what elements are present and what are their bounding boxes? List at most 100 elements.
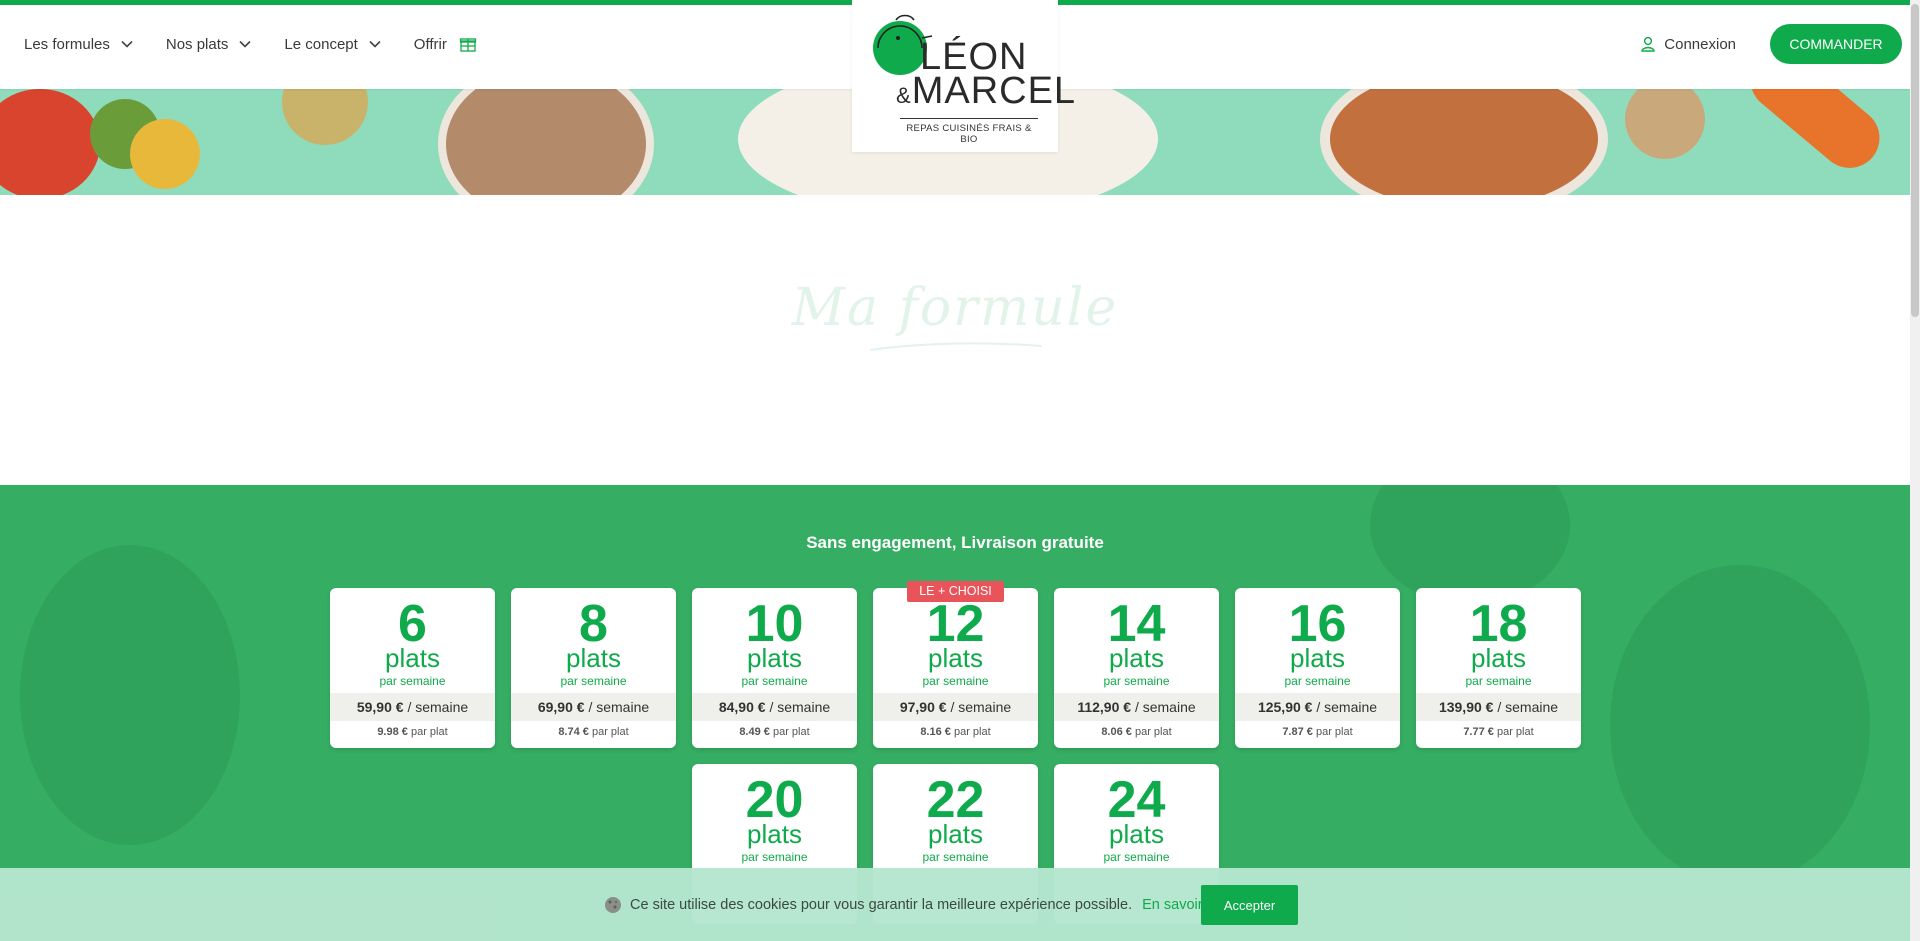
page-scrollbar[interactable] <box>1910 0 1920 941</box>
carrot-image <box>1738 89 1892 181</box>
formula-unit: plats <box>1109 819 1164 849</box>
header-actions: Connexion COMMANDER <box>1641 5 1902 83</box>
spoon-image <box>1625 89 1705 159</box>
nav-item-concept[interactable]: Le concept <box>284 36 381 53</box>
user-icon <box>1641 36 1655 52</box>
zucchini-bowl-image <box>282 89 368 145</box>
price-value: 84,90 € <box>718 699 766 715</box>
nav-label: Les formules <box>24 35 110 53</box>
price-value: 69,90 € <box>537 699 585 715</box>
formula-card[interactable]: 8 plats par semaine 69,90 € / semaine 8.… <box>511 588 676 748</box>
dish-plate-image <box>438 89 654 195</box>
formula-per-dish: 8.49 € par plat <box>692 726 857 738</box>
formula-card[interactable]: 14 plats par semaine 112,90 € / semaine … <box>1054 588 1219 748</box>
order-button[interactable]: COMMANDER <box>1770 24 1902 64</box>
formula-per-dish: 9.98 € par plat <box>330 726 495 738</box>
formula-frequency: par semaine <box>1284 674 1351 688</box>
formula-price: 69,90 € / semaine <box>511 693 676 721</box>
formula-card[interactable]: 16 plats par semaine 125,90 € / semaine … <box>1235 588 1400 748</box>
logo-line2: MARCEL <box>911 70 1077 112</box>
formula-frequency: par semaine <box>922 674 989 688</box>
cookie-text: Ce site utilise des cookies pour vous ga… <box>630 897 1133 913</box>
formula-per-dish: 8.16 € par plat <box>873 726 1038 738</box>
chevron-down-icon <box>121 40 133 48</box>
per-dish-suffix: par plat <box>410 726 448 738</box>
formula-frequency: par semaine <box>1103 850 1170 864</box>
formula-unit: plats <box>385 643 440 673</box>
formula-frequency: par semaine <box>379 674 446 688</box>
formula-per-dish: 7.87 € par plat <box>1235 726 1400 738</box>
nav-label: Nos plats <box>165 35 229 53</box>
leaf-decoration <box>1610 565 1870 885</box>
formula-per-dish: 8.74 € par plat <box>511 726 676 738</box>
dish-plate-image <box>1320 89 1608 195</box>
price-value: 125,90 € <box>1257 699 1313 715</box>
price-value: 139,90 € <box>1438 699 1494 715</box>
chevron-down-icon <box>369 40 381 48</box>
formula-unit: plats <box>566 643 621 673</box>
section-subtitle: Sans engagement, Livraison gratuite <box>806 533 1104 552</box>
formula-frequency: par semaine <box>1103 674 1170 688</box>
formula-unit: plats <box>1109 643 1164 673</box>
logo-wordmark: LÉON &MARCEL <box>896 38 1075 113</box>
nav-item-plats[interactable]: Nos plats <box>166 36 253 53</box>
price-value: 59,90 € <box>356 699 404 715</box>
formula-unit: plats <box>747 643 802 673</box>
price-suffix: / semaine <box>1134 699 1196 715</box>
cookie-icon <box>605 897 621 913</box>
logo[interactable]: LÉON &MARCEL REPAS CUISINÉS FRAIS & BIO <box>852 0 1075 152</box>
formula-card[interactable]: 18 plats par semaine 139,90 € / semaine … <box>1416 588 1581 748</box>
formula-price: 97,90 € / semaine <box>873 693 1038 721</box>
formula-card[interactable]: 6 plats par semaine 59,90 € / semaine 9.… <box>330 588 495 748</box>
price-suffix: / semaine <box>407 699 469 715</box>
formula-per-dish: 8.06 € par plat <box>1054 726 1219 738</box>
formula-price: 59,90 € / semaine <box>330 693 495 721</box>
main-nav: Les formules Nos plats Le concept Offrir <box>24 5 509 83</box>
cookie-banner: Ce site utilise des cookies pour vous ga… <box>0 868 1910 941</box>
login-link[interactable]: Connexion <box>1641 36 1736 53</box>
formula-unit: plats <box>747 819 802 849</box>
formula-per-dish: 7.77 € par plat <box>1416 726 1581 738</box>
logo-tagline: REPAS CUISINÉS FRAIS & BIO <box>900 118 1038 145</box>
formula-price: 84,90 € / semaine <box>692 693 857 721</box>
formula-price: 112,90 € / semaine <box>1054 693 1219 721</box>
nav-label: Offrir <box>413 35 447 53</box>
accept-cookies-button[interactable]: Accepter <box>1201 885 1298 925</box>
section-title: Ma formule <box>791 278 1119 338</box>
title-underline-decoration <box>869 342 1043 351</box>
formula-frequency: par semaine <box>741 674 808 688</box>
gift-icon <box>459 38 477 52</box>
formula-card[interactable]: 12 plats par semaine 97,90 € / semaine 8… <box>873 588 1038 748</box>
tomato-image <box>130 119 200 189</box>
per-dish-value: 8.74 € <box>558 726 589 738</box>
price-value: 97,90 € <box>899 699 947 715</box>
scrollbar-thumb[interactable] <box>1911 4 1919 317</box>
nav-item-offrir[interactable]: Offrir <box>414 35 477 53</box>
formula-unit: plats <box>1290 643 1345 673</box>
formula-price: 125,90 € / semaine <box>1235 693 1400 721</box>
price-suffix: / semaine <box>1497 699 1559 715</box>
login-label: Connexion <box>1664 35 1736 53</box>
nav-item-formules[interactable]: Les formules <box>24 36 134 53</box>
per-dish-suffix: par plat <box>953 726 991 738</box>
per-dish-value: 7.87 € <box>1282 726 1313 738</box>
per-dish-suffix: par plat <box>1315 726 1353 738</box>
tomato-image <box>0 89 100 195</box>
price-suffix: / semaine <box>769 699 831 715</box>
per-dish-value: 8.49 € <box>739 726 770 738</box>
per-dish-value: 7.77 € <box>1463 726 1494 738</box>
leaf-decoration <box>20 545 240 845</box>
cookie-message: Ce site utilise des cookies pour vous ga… <box>604 896 1215 914</box>
price-value: 112,90 € <box>1077 699 1132 715</box>
price-suffix: / semaine <box>1316 699 1378 715</box>
nav-label: Le concept <box>284 35 358 53</box>
per-dish-suffix: par plat <box>591 726 629 738</box>
formula-unit: plats <box>928 819 983 849</box>
formula-unit: plats <box>928 643 983 673</box>
formula-frequency: par semaine <box>1465 674 1532 688</box>
formula-card[interactable]: 10 plats par semaine 84,90 € / semaine 8… <box>692 588 857 748</box>
formula-frequency: par semaine <box>741 850 808 864</box>
logo-ampersand: & <box>896 83 912 108</box>
per-dish-value: 8.06 € <box>1101 726 1132 738</box>
per-dish-value: 8.16 € <box>920 726 951 738</box>
